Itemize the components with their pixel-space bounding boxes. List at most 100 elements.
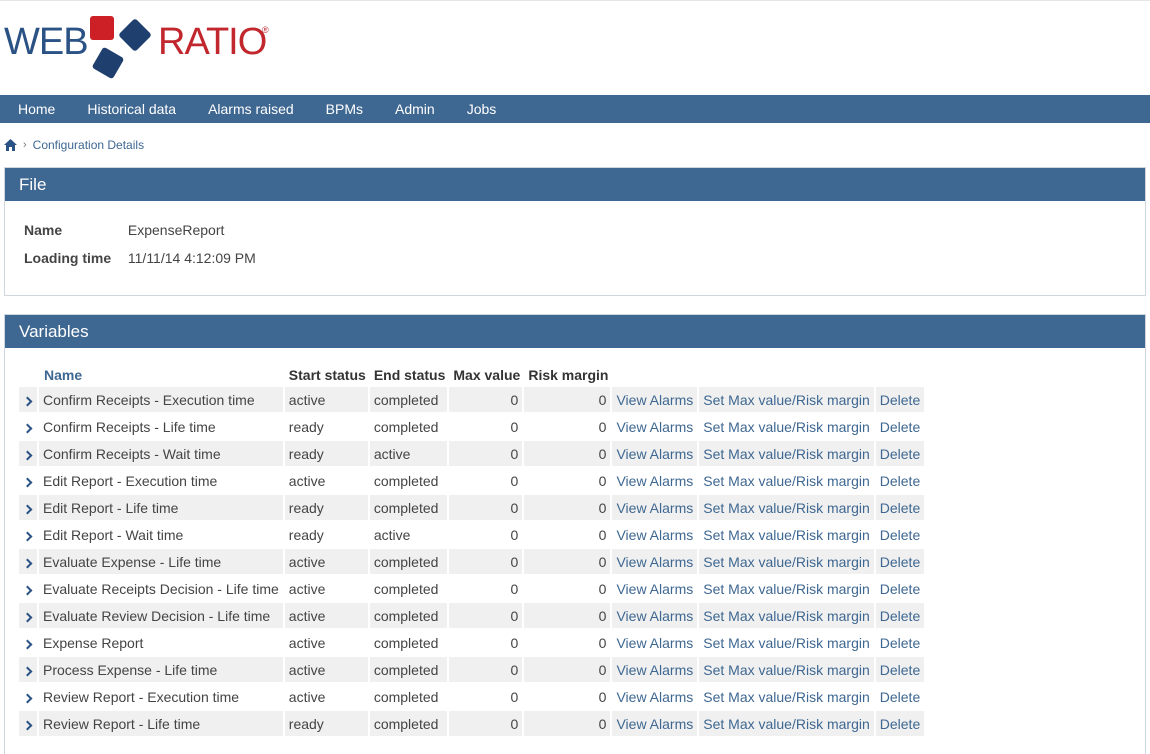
view-alarms-link[interactable]: View Alarms xyxy=(612,495,700,522)
delete-link[interactable]: Delete xyxy=(875,603,927,630)
view-alarms-link[interactable]: View Alarms xyxy=(612,387,700,414)
set-max-risk-link[interactable]: Set Max value/Risk margin xyxy=(699,684,876,711)
chevron-right-icon[interactable] xyxy=(22,720,32,730)
risk-margin: 0 xyxy=(524,549,613,576)
chevron-right-icon[interactable] xyxy=(22,666,32,676)
chevron-right-icon[interactable] xyxy=(22,450,32,460)
expand-chevron-icon[interactable] xyxy=(19,711,39,738)
expand-chevron-icon[interactable] xyxy=(19,603,39,630)
view-alarms-link[interactable]: View Alarms xyxy=(612,468,700,495)
delete-link[interactable]: Delete xyxy=(875,630,927,657)
nav-item-bpms[interactable]: BPMs xyxy=(310,95,379,123)
variable-name: Edit Report - Execution time xyxy=(39,468,285,495)
expand-chevron-icon[interactable] xyxy=(19,630,39,657)
variable-name: Edit Report - Life time xyxy=(39,495,285,522)
set-max-risk-link[interactable]: Set Max value/Risk margin xyxy=(699,576,876,603)
view-alarms-link[interactable]: View Alarms xyxy=(612,441,700,468)
view-alarms-link[interactable]: View Alarms xyxy=(612,549,700,576)
home-icon[interactable] xyxy=(4,139,17,151)
set-max-risk-link[interactable]: Set Max value/Risk margin xyxy=(699,468,876,495)
delete-link[interactable]: Delete xyxy=(875,576,927,603)
view-alarms-link[interactable]: View Alarms xyxy=(612,630,700,657)
expand-chevron-icon[interactable] xyxy=(19,468,39,495)
risk-margin: 0 xyxy=(524,468,613,495)
table-row: Confirm Receipts - Execution time active c… xyxy=(19,387,927,414)
delete-link[interactable]: Delete xyxy=(875,711,927,738)
set-max-risk-link[interactable]: Set Max value/Risk margin xyxy=(699,711,876,738)
set-max-risk-link[interactable]: Set Max value/Risk margin xyxy=(699,441,876,468)
view-alarms-link[interactable]: View Alarms xyxy=(612,576,700,603)
end-status: completed xyxy=(369,468,450,495)
delete-link[interactable]: Delete xyxy=(875,387,927,414)
expand-chevron-icon[interactable] xyxy=(19,576,39,603)
logo-text-web: WEB xyxy=(4,21,89,63)
start-status: active xyxy=(284,387,370,414)
main-nav: Home Historical data Alarms raised BPMs … xyxy=(0,95,1150,123)
chevron-right-icon[interactable] xyxy=(22,693,32,703)
start-status: active xyxy=(284,468,370,495)
view-alarms-link[interactable]: View Alarms xyxy=(612,684,700,711)
chevron-right-icon[interactable] xyxy=(22,477,32,487)
delete-link[interactable]: Delete xyxy=(875,522,927,549)
risk-margin: 0 xyxy=(524,387,613,414)
chevron-right-icon[interactable] xyxy=(22,531,32,541)
delete-link[interactable]: Delete xyxy=(875,549,927,576)
expand-chevron-icon[interactable] xyxy=(19,522,39,549)
set-max-risk-link[interactable]: Set Max value/Risk margin xyxy=(699,387,876,414)
chevron-right-icon[interactable] xyxy=(22,423,32,433)
risk-margin: 0 xyxy=(524,657,613,684)
delete-link[interactable]: Delete xyxy=(875,495,927,522)
chevron-right-icon[interactable] xyxy=(22,639,32,649)
nav-item-historical-data[interactable]: Historical data xyxy=(71,95,192,123)
expand-chevron-icon[interactable] xyxy=(19,441,39,468)
end-status: completed xyxy=(369,603,450,630)
max-value: 0 xyxy=(449,414,525,441)
expand-chevron-icon[interactable] xyxy=(19,387,39,414)
delete-link[interactable]: Delete xyxy=(875,684,927,711)
table-row: Edit Report - Execution time active comple… xyxy=(19,468,927,495)
end-status: completed xyxy=(369,684,450,711)
nav-item-home[interactable]: Home xyxy=(0,95,71,123)
nav-item-jobs[interactable]: Jobs xyxy=(451,95,513,123)
set-max-risk-link[interactable]: Set Max value/Risk margin xyxy=(699,657,876,684)
delete-link[interactable]: Delete xyxy=(875,441,927,468)
webratio-logo[interactable]: WEB RATIO ® xyxy=(4,13,274,85)
table-row: Confirm Receipts - Wait time ready active 0… xyxy=(19,441,927,468)
chevron-right-icon[interactable] xyxy=(22,585,32,595)
start-status: ready xyxy=(284,441,370,468)
column-header-name[interactable]: Name xyxy=(19,363,285,387)
nav-item-alarms-raised[interactable]: Alarms raised xyxy=(192,95,310,123)
chevron-right-icon[interactable] xyxy=(22,558,32,568)
expand-chevron-icon[interactable] xyxy=(19,684,39,711)
start-status: active xyxy=(284,684,370,711)
max-value: 0 xyxy=(449,576,525,603)
view-alarms-link[interactable]: View Alarms xyxy=(612,657,700,684)
set-max-risk-link[interactable]: Set Max value/Risk margin xyxy=(699,603,876,630)
set-max-risk-link[interactable]: Set Max value/Risk margin xyxy=(699,630,876,657)
chevron-right-icon[interactable] xyxy=(22,396,32,406)
chevron-right-icon[interactable] xyxy=(22,612,32,622)
variables-panel-title: Variables xyxy=(5,315,1145,348)
expand-chevron-icon[interactable] xyxy=(19,414,39,441)
set-max-risk-link[interactable]: Set Max value/Risk margin xyxy=(699,522,876,549)
delete-link[interactable]: Delete xyxy=(875,414,927,441)
chevron-right-icon[interactable] xyxy=(22,504,32,514)
delete-link[interactable]: Delete xyxy=(875,468,927,495)
expand-chevron-icon[interactable] xyxy=(19,657,39,684)
end-status: completed xyxy=(369,711,450,738)
view-alarms-link[interactable]: View Alarms xyxy=(612,711,700,738)
view-alarms-link[interactable]: View Alarms xyxy=(612,603,700,630)
expand-chevron-icon[interactable] xyxy=(19,495,39,522)
view-alarms-link[interactable]: View Alarms xyxy=(612,522,700,549)
set-max-risk-link[interactable]: Set Max value/Risk margin xyxy=(699,549,876,576)
view-alarms-link[interactable]: View Alarms xyxy=(612,414,700,441)
delete-link[interactable]: Delete xyxy=(875,657,927,684)
set-max-risk-link[interactable]: Set Max value/Risk margin xyxy=(699,414,876,441)
nav-item-admin[interactable]: Admin xyxy=(379,95,451,123)
file-name-row: Name ExpenseReport xyxy=(24,222,224,238)
risk-margin: 0 xyxy=(524,576,613,603)
end-status: completed xyxy=(369,414,450,441)
table-row: Evaluate Review Decision - Life time acti… xyxy=(19,603,927,630)
set-max-risk-link[interactable]: Set Max value/Risk margin xyxy=(699,495,876,522)
expand-chevron-icon[interactable] xyxy=(19,549,39,576)
